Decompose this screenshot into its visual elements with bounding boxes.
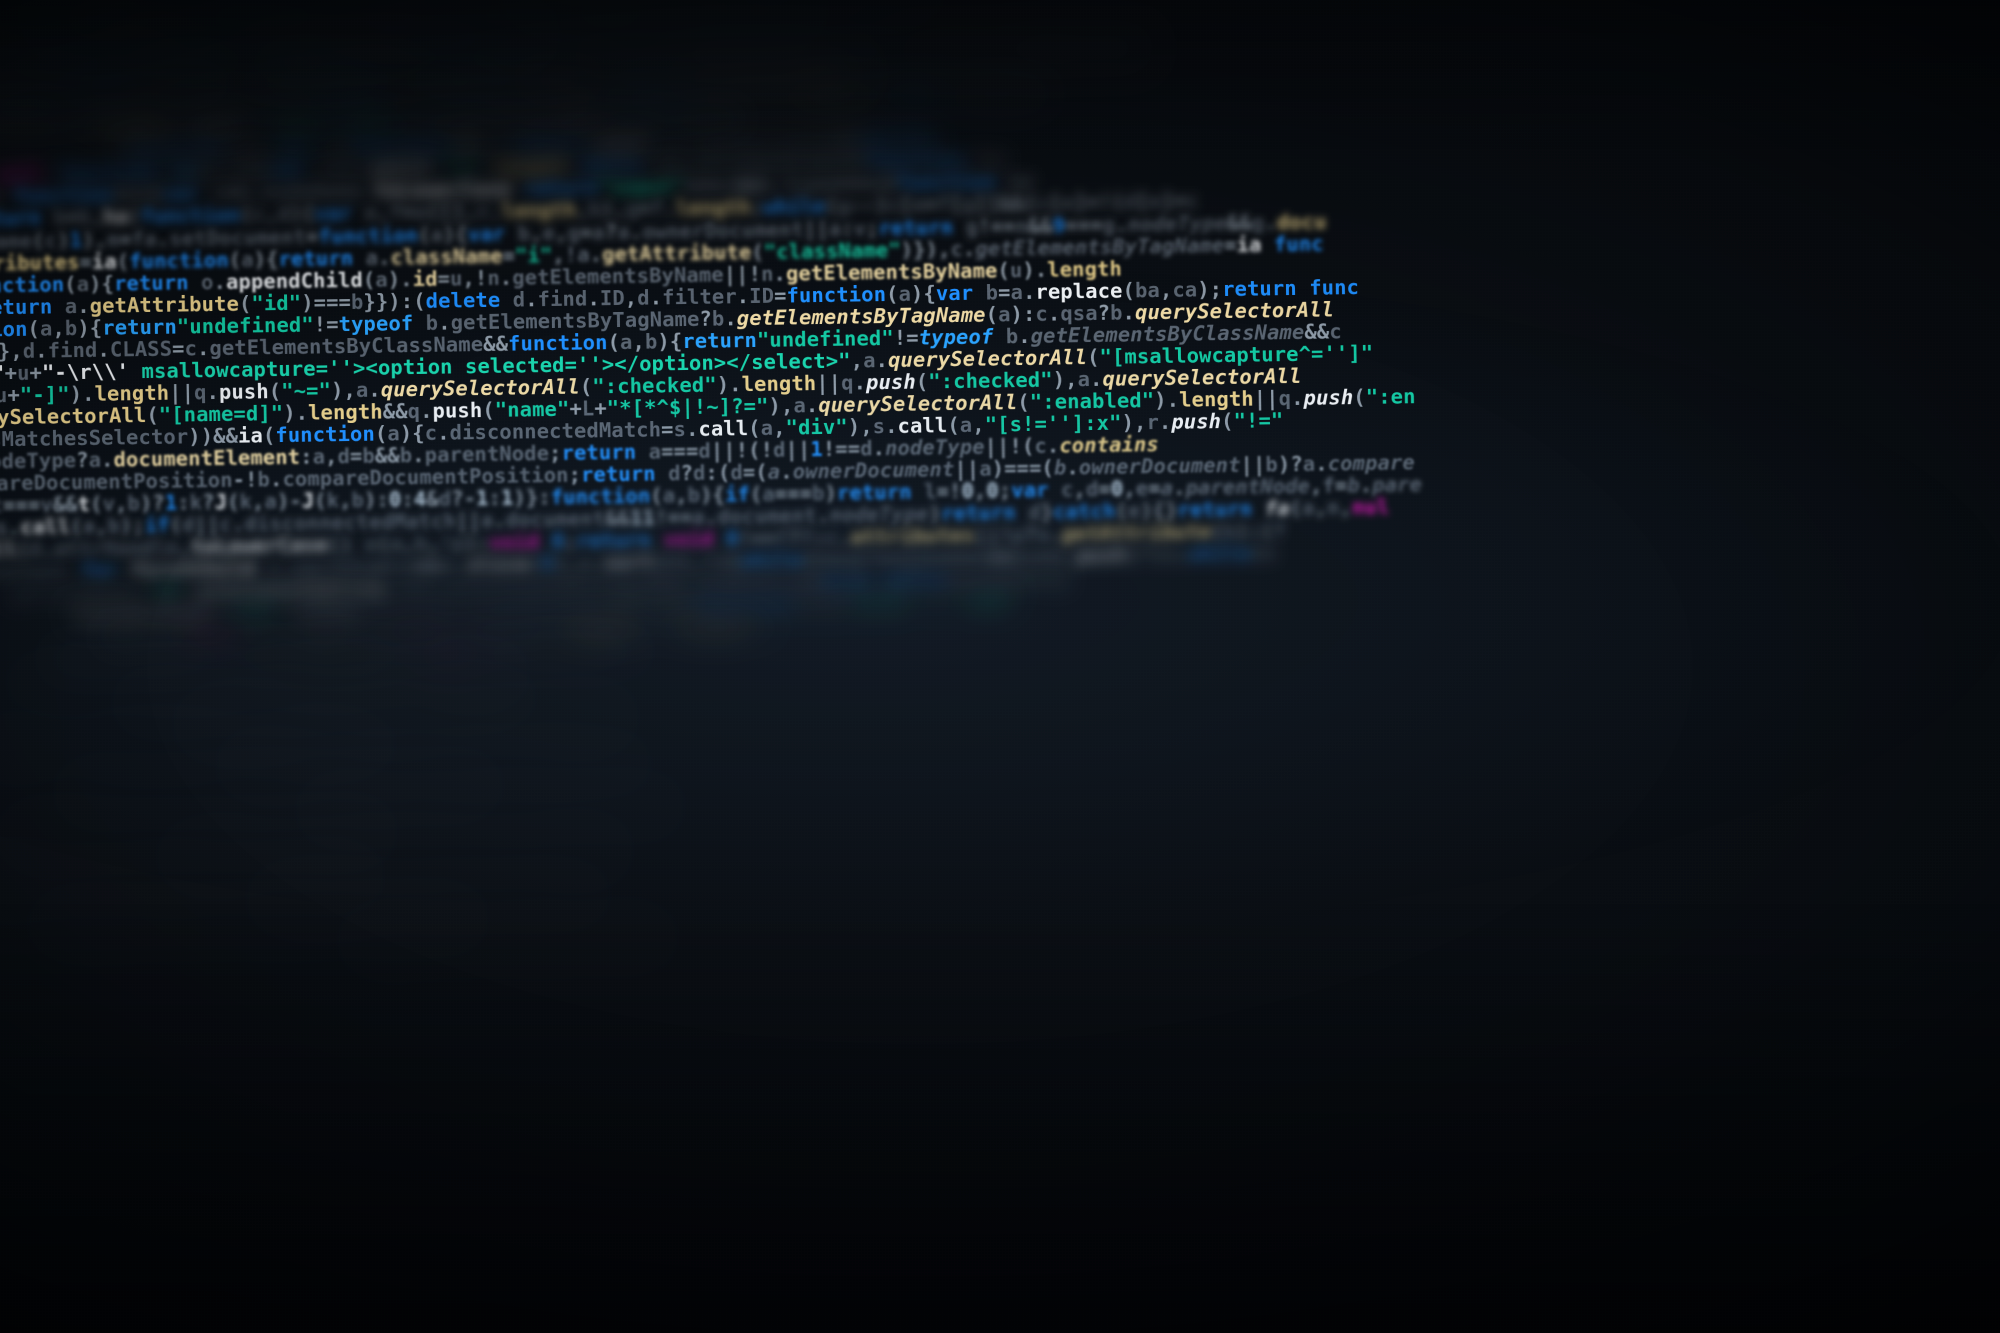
code-screen-photograph: "length","split",while(a)"slice""nodeNam…	[0, 0, 2000, 1333]
code-text-surface: "length","split",while(a)"slice""nodeNam…	[0, 0, 2000, 958]
